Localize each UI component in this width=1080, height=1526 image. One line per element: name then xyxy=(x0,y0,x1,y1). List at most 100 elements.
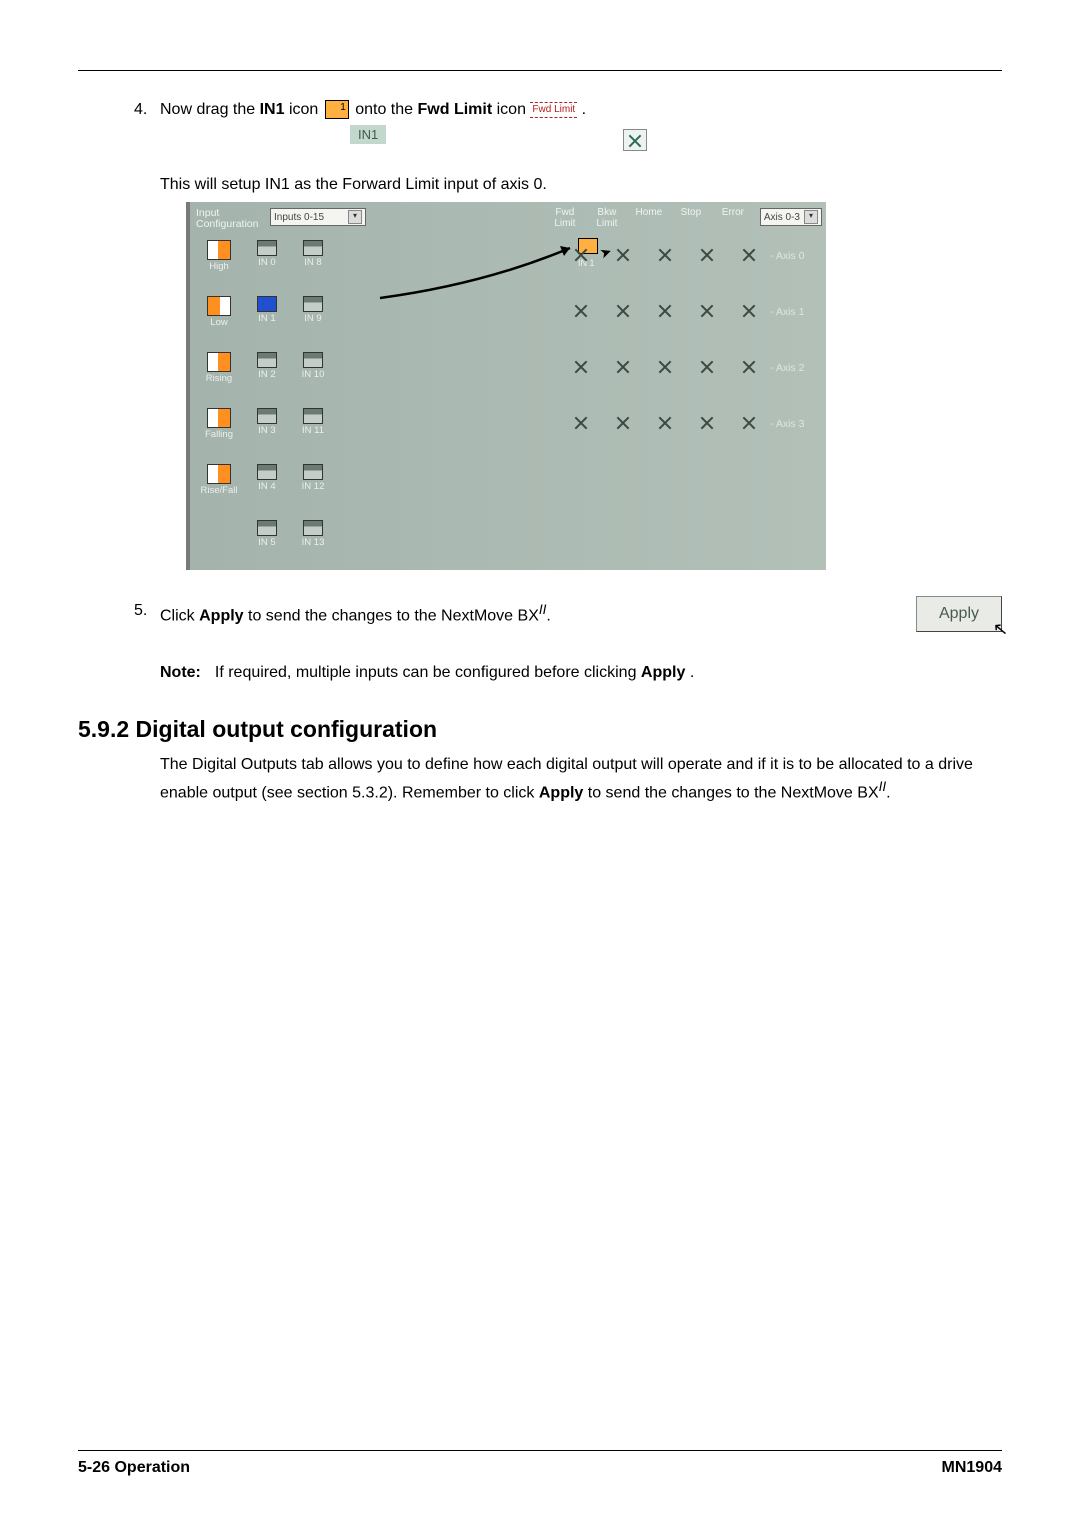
config-screenshot: IN 1 ➤ Input Configuration Inputs 0-15 ▾… xyxy=(186,202,826,570)
row-mode-icon[interactable] xyxy=(207,240,231,260)
input-icon[interactable] xyxy=(257,352,277,368)
step-5-num: 5. xyxy=(134,600,160,628)
assignment-slot[interactable] xyxy=(572,414,590,430)
step4-bold1: IN1 xyxy=(260,101,285,118)
assignment-slot[interactable] xyxy=(740,414,758,430)
in1-icon xyxy=(325,100,349,119)
axis-label: - Axis 0 xyxy=(770,240,822,262)
row-mode-icon[interactable] xyxy=(207,408,231,428)
assignment-slot[interactable] xyxy=(614,302,632,318)
step-4: 4. Now drag the IN1 icon onto the Fwd Li… xyxy=(134,99,982,121)
axis-label: - Axis 1 xyxy=(770,296,822,318)
axis-range-select[interactable]: Axis 0-3 ▾ xyxy=(760,208,822,226)
section-bold: Apply xyxy=(539,784,583,801)
input-label: IN 11 xyxy=(290,426,336,436)
assignment-slot[interactable] xyxy=(698,414,716,430)
row-mode-icon[interactable] xyxy=(207,352,231,372)
assignment-slot[interactable] xyxy=(572,302,590,318)
input-icon[interactable] xyxy=(303,520,323,536)
assignment-slot[interactable] xyxy=(656,246,674,262)
input-label: IN 1 xyxy=(244,314,290,324)
config-row: HighIN 0IN 8- Axis 0 xyxy=(190,234,826,290)
inputs-range-select[interactable]: Inputs 0-15 ▾ xyxy=(270,208,366,226)
step-4-body: Now drag the IN1 icon onto the Fwd Limit… xyxy=(160,99,982,121)
input-label: IN 4 xyxy=(244,482,290,492)
row-mode-label: Low xyxy=(194,318,244,328)
assignment-slot[interactable] xyxy=(656,414,674,430)
input-icon[interactable] xyxy=(303,296,323,312)
assignment-slot[interactable] xyxy=(698,246,716,262)
assignment-slot[interactable] xyxy=(698,358,716,374)
apply-button[interactable]: Apply xyxy=(916,596,1002,632)
footer-right: MN1904 xyxy=(942,1459,1002,1477)
axis-label xyxy=(770,464,822,474)
assignment-slot[interactable] xyxy=(572,358,590,374)
config-row: IN 5IN 13 xyxy=(190,514,826,570)
input-icon[interactable] xyxy=(303,464,323,480)
input-icon[interactable] xyxy=(257,520,277,536)
input-icon[interactable] xyxy=(257,408,277,424)
assignment-slot[interactable] xyxy=(614,414,632,430)
input-label: IN 13 xyxy=(290,538,336,548)
step5-bold: Apply xyxy=(199,608,243,625)
step4-bold2: Fwd Limit xyxy=(418,101,493,118)
step5-mid: to send the changes to the NextMove BX xyxy=(248,608,539,625)
col-fwd: Fwd Limit xyxy=(544,208,586,229)
assignment-slot[interactable] xyxy=(656,358,674,374)
note-label: Note: xyxy=(160,664,201,682)
input-label: IN 8 xyxy=(290,258,336,268)
row-mode-icon[interactable] xyxy=(207,464,231,484)
dropdown-icon: ▾ xyxy=(348,210,362,224)
hdr-input-config: Input Configuration xyxy=(194,208,268,230)
input-icon[interactable] xyxy=(303,352,323,368)
inputs-range-value: Inputs 0-15 xyxy=(274,212,324,223)
step4-mid1: icon xyxy=(289,101,323,118)
axis-range-value: Axis 0-3 xyxy=(764,212,800,223)
col-stop: Stop xyxy=(670,208,712,219)
row-mode-icon[interactable] xyxy=(207,296,231,316)
step4-pre: Now drag the xyxy=(160,101,260,118)
note-post: . xyxy=(690,664,694,681)
axis-label xyxy=(770,520,822,530)
note-pre: If required, multiple inputs can be conf… xyxy=(215,664,641,681)
assignment-slot[interactable] xyxy=(614,358,632,374)
step4-mid3: icon xyxy=(497,101,531,118)
input-icon[interactable] xyxy=(257,464,277,480)
footer-left: 5-26 Operation xyxy=(78,1459,190,1477)
assignment-slot[interactable] xyxy=(698,302,716,318)
input-icon[interactable] xyxy=(303,408,323,424)
input-label: IN 0 xyxy=(244,258,290,268)
assignment-slot[interactable] xyxy=(740,302,758,318)
assignment-slot[interactable] xyxy=(572,246,590,262)
row-mode-label: Rising xyxy=(194,374,244,384)
config-row: Rise/FallIN 4IN 12 xyxy=(190,458,826,514)
step5-post: . xyxy=(546,608,550,625)
assignment-slot[interactable] xyxy=(656,302,674,318)
input-icon[interactable] xyxy=(257,296,277,312)
dropdown-icon: ▾ xyxy=(804,210,818,224)
page-footer: 5-26 Operation MN1904 xyxy=(78,1451,1002,1477)
input-icon[interactable] xyxy=(303,240,323,256)
note-bold: Apply xyxy=(641,664,685,681)
note: Note: If required, multiple inputs can b… xyxy=(160,664,1002,682)
assignment-slot[interactable] xyxy=(740,246,758,262)
step-5-body: Click Apply to send the changes to the N… xyxy=(160,600,888,628)
step-5: 5. Click Apply to send the changes to th… xyxy=(134,600,888,628)
step-4-num: 4. xyxy=(134,99,160,121)
col-err: Error xyxy=(712,208,754,219)
section-mid: to send the changes to the NextMove BX xyxy=(588,784,879,801)
config-row: LowIN 1IN 9- Axis 1 xyxy=(190,290,826,346)
assignment-slot[interactable] xyxy=(614,246,632,262)
config-row: FallingIN 3IN 11- Axis 3 xyxy=(190,402,826,458)
step4-mid2: onto the xyxy=(355,101,417,118)
col-home: Home xyxy=(628,208,670,219)
input-label: IN 2 xyxy=(244,370,290,380)
section-body: The Digital Outputs tab allows you to de… xyxy=(160,753,1002,804)
col-bkw: Bkw Limit xyxy=(586,208,628,229)
assignment-slot[interactable] xyxy=(740,358,758,374)
input-icon[interactable] xyxy=(257,240,277,256)
input-label: IN 5 xyxy=(244,538,290,548)
axis-label: - Axis 3 xyxy=(770,408,822,430)
step4-post: . xyxy=(582,101,586,118)
axis-label: - Axis 2 xyxy=(770,352,822,374)
